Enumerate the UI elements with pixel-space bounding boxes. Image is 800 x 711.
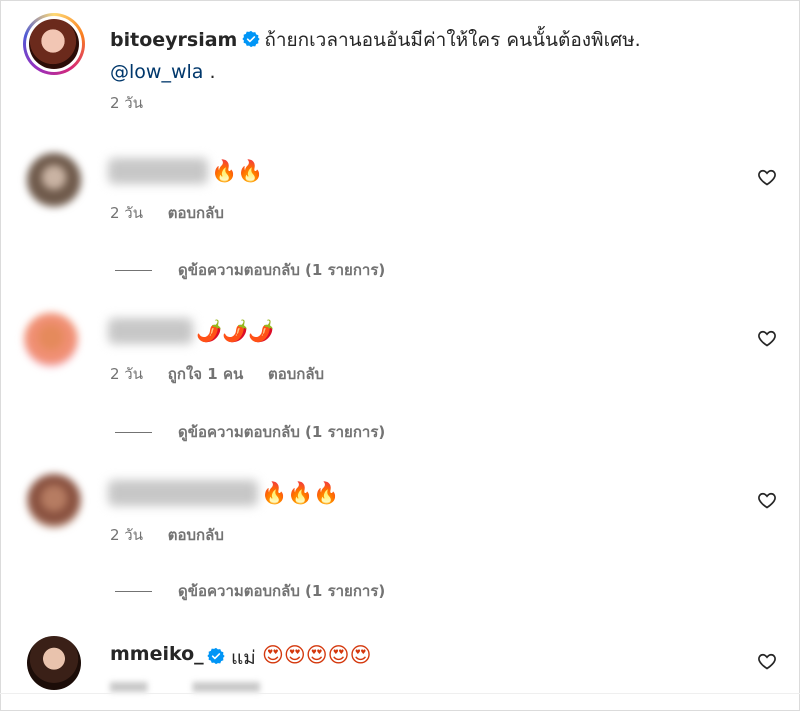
replies-divider-line <box>115 270 152 271</box>
comment-text: 🌶️🌶️🌶️ <box>196 319 275 343</box>
view-replies-button[interactable]: ดูข้อความตอบกลับ (1 รายการ) <box>115 258 385 282</box>
commenter-username[interactable]: mmeiko_ <box>110 643 204 665</box>
heart-outline-icon[interactable] <box>757 167 777 187</box>
comment-text: แม่ <box>231 647 256 669</box>
replies-divider-line <box>115 591 152 592</box>
commenter-username-blurred[interactable] <box>108 318 193 344</box>
comment-timestamp[interactable]: 2 วัน <box>110 526 143 544</box>
mention-link[interactable]: @low_wla <box>110 61 203 83</box>
verified-badge-icon <box>207 647 225 665</box>
comment-meta-cut-off <box>110 682 260 692</box>
heart-outline-icon[interactable] <box>757 651 777 671</box>
comment-text: 🔥🔥🔥 <box>261 481 340 505</box>
comment-timestamp[interactable]: 2 วัน <box>110 365 143 383</box>
view-replies-button[interactable]: ดูข้อความตอบกลับ (1 รายการ) <box>115 420 385 444</box>
commenter-username-blurred[interactable] <box>108 480 258 506</box>
comment-emojis: 😍😍😍😍😍 <box>262 643 372 667</box>
view-replies-label: ดูข้อความตอบกลับ (1 รายการ) <box>178 582 386 600</box>
panel-divider <box>0 693 800 694</box>
verified-badge-icon <box>242 30 260 48</box>
post-caption-text: ถ้ายกเวลานอนอันมีค่าให้ใคร คนนั้นต้องพิเ… <box>264 29 641 51</box>
likes-count[interactable]: ถูกใจ 1 คน <box>168 365 243 383</box>
reply-button[interactable]: ตอบกลับ <box>168 204 224 222</box>
comment-timestamp[interactable]: 2 วัน <box>110 204 143 222</box>
reply-button[interactable]: ตอบกลับ <box>268 365 324 383</box>
comment-meta: 2 วัน ตอบกลับ <box>110 523 244 547</box>
commenter-username-blurred[interactable] <box>108 158 208 184</box>
commenter-avatar[interactable] <box>27 153 81 207</box>
replies-divider-line <box>115 432 152 433</box>
view-replies-label: ดูข้อความตอบกลับ (1 รายการ) <box>178 261 386 279</box>
commenter-avatar[interactable] <box>24 313 78 367</box>
comment-text: 🔥🔥 <box>211 159 264 183</box>
heart-outline-icon[interactable] <box>757 490 777 510</box>
commenter-avatar[interactable] <box>27 636 81 690</box>
view-replies-label: ดูข้อความตอบกลับ (1 รายการ) <box>178 423 386 441</box>
post-caption: bitoeyrsiam ถ้ายกเวลานอนอันมีค่าให้ใคร คน… <box>110 24 730 88</box>
post-author-username[interactable]: bitoeyrsiam <box>110 29 237 51</box>
comment-meta: 2 วัน ถูกใจ 1 คน ตอบกลับ <box>110 362 344 386</box>
post-timestamp[interactable]: 2 วัน <box>110 91 143 115</box>
heart-outline-icon[interactable] <box>757 328 777 348</box>
view-replies-button[interactable]: ดูข้อความตอบกลับ (1 รายการ) <box>115 579 385 603</box>
mention-suffix: . <box>203 61 216 83</box>
comment-meta: 2 วัน ตอบกลับ <box>110 201 244 225</box>
commenter-avatar[interactable] <box>27 474 81 528</box>
post-author-avatar[interactable] <box>23 13 85 75</box>
reply-button[interactable]: ตอบกลับ <box>168 526 224 544</box>
